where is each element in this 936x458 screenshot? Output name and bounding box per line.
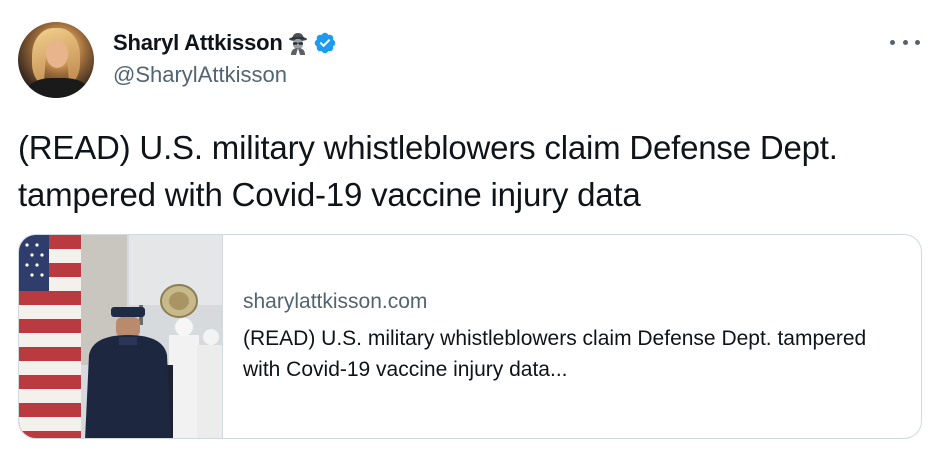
more-options-icon[interactable] xyxy=(890,32,920,52)
card-domain: sharylattkisson.com xyxy=(243,290,428,313)
dot-icon xyxy=(890,39,895,45)
author-handle[interactable]: @SharylAttkisson xyxy=(113,62,287,88)
link-preview-card[interactable]: sharylattkisson.com (READ) U.S. military… xyxy=(18,234,922,439)
card-body: sharylattkisson.com (READ) U.S. military… xyxy=(243,287,903,385)
avatar-face xyxy=(46,40,68,68)
dot-icon xyxy=(902,39,908,45)
flag-military-band-photo-icon xyxy=(19,235,222,438)
avatar-shoulder xyxy=(28,78,88,98)
dot-icon xyxy=(915,39,920,45)
detective-emoji-icon xyxy=(288,33,307,55)
author-name-row: Sharyl Attkisson xyxy=(113,28,337,58)
author-display-name[interactable]: Sharyl Attkisson xyxy=(113,30,283,56)
tweet: Sharyl Attkisson @SharylAttkisson (READ)… xyxy=(0,0,936,458)
card-title: (READ) U.S. military whistleblowers clai… xyxy=(243,327,867,381)
avatar[interactable] xyxy=(18,22,94,98)
tweet-text: (READ) U.S. military whistleblowers clai… xyxy=(18,129,838,213)
verified-badge-icon xyxy=(314,32,335,54)
card-thumbnail-image xyxy=(19,235,223,438)
